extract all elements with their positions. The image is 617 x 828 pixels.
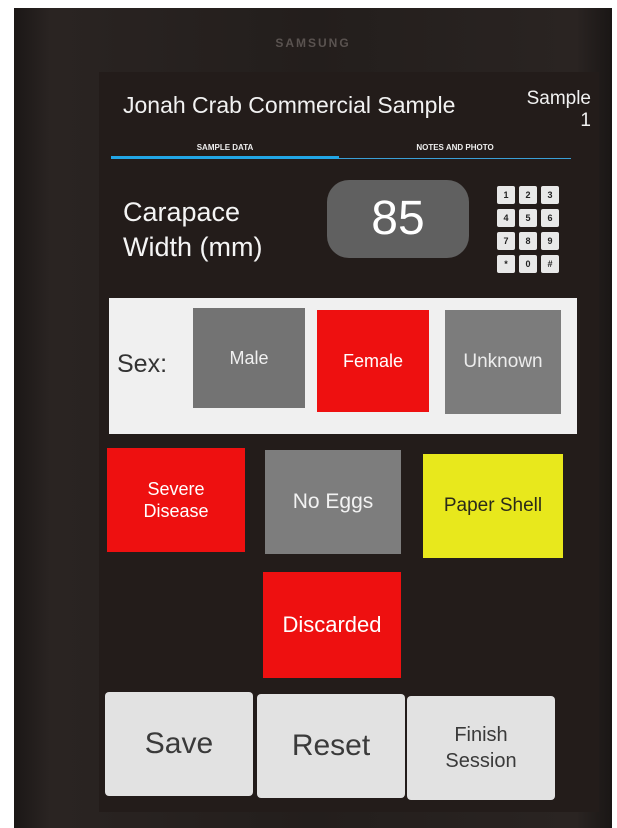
app-screen: Jonah Crab Commercial Sample Sample 1 SA…	[99, 72, 599, 812]
sample-number: Sample 1	[481, 88, 591, 132]
carapace-label-line1: Carapace	[123, 197, 241, 227]
tablet-device: SAMSUNG Jonah Crab Commercial Sample Sam…	[14, 8, 612, 828]
keypad-icon[interactable]: 1 2 3 4 5 6 7 8 9 * 0 #	[497, 186, 563, 278]
sex-female-button[interactable]: Female	[317, 310, 429, 412]
tab-sample-data[interactable]: SAMPLE DATA	[111, 138, 339, 158]
keypad-key: 1	[497, 186, 515, 204]
keypad-key: 9	[541, 232, 559, 250]
keypad-key: 4	[497, 209, 515, 227]
carapace-label-line2: Width (mm)	[123, 232, 263, 262]
tab-notes-and-photo[interactable]: NOTES AND PHOTO	[339, 138, 571, 158]
severe-disease-button[interactable]: Severe Disease	[107, 448, 245, 552]
finish-session-label-line2: Session	[445, 750, 517, 772]
severe-disease-label-line2: Disease	[143, 501, 209, 521]
keypad-key: 6	[541, 209, 559, 227]
keypad-key: 8	[519, 232, 537, 250]
sex-unknown-button[interactable]: Unknown	[445, 310, 561, 414]
no-eggs-button[interactable]: No Eggs	[265, 450, 401, 554]
keypad-key: #	[541, 255, 559, 273]
finish-session-button[interactable]: Finish Session	[407, 696, 555, 800]
paper-shell-button[interactable]: Paper Shell	[423, 454, 563, 558]
sex-label: Sex:	[117, 350, 168, 378]
tab-divider	[339, 158, 571, 159]
discarded-button[interactable]: Discarded	[263, 572, 401, 678]
keypad-key: 0	[519, 255, 537, 273]
keypad-key: 5	[519, 209, 537, 227]
active-tab-indicator	[111, 156, 339, 159]
severe-disease-label-line1: Severe	[147, 479, 205, 499]
sample-number-value: 1	[580, 110, 591, 131]
sex-male-button[interactable]: Male	[193, 308, 305, 408]
keypad-key: 7	[497, 232, 515, 250]
save-button[interactable]: Save	[105, 692, 253, 796]
reset-button[interactable]: Reset	[257, 694, 405, 798]
carapace-width-field[interactable]: 85	[327, 180, 469, 258]
keypad-key: 2	[519, 186, 537, 204]
sample-label: Sample	[526, 88, 591, 109]
keypad-key: 3	[541, 186, 559, 204]
sex-selector-panel: Sex: Male Female Unknown	[109, 298, 577, 434]
keypad-key: *	[497, 255, 515, 273]
finish-session-label-line1: Finish	[454, 724, 508, 746]
carapace-width-label: Carapace Width (mm)	[123, 195, 262, 265]
app-title: Jonah Crab Commercial Sample	[123, 92, 456, 118]
device-brand-logo: SAMSUNG	[275, 36, 351, 50]
